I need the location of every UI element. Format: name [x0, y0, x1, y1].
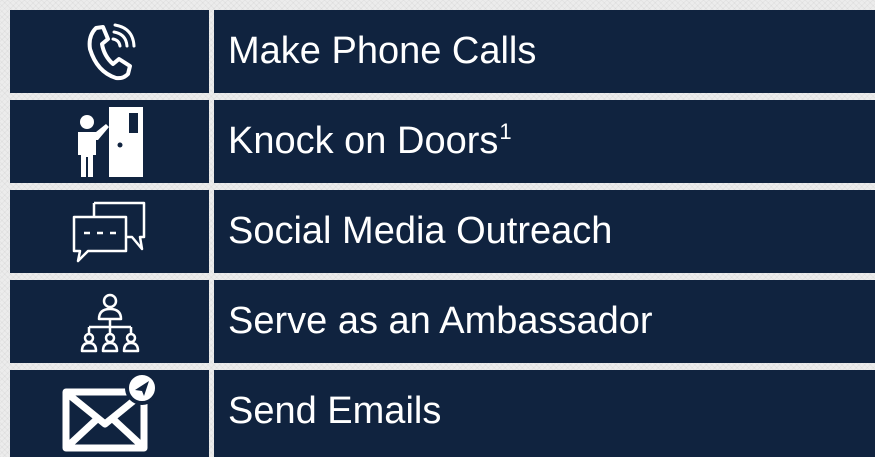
item-label-cell: Make Phone Calls [214, 10, 875, 93]
item-label-cell: Social Media Outreach [214, 190, 875, 273]
item-label: Social Media Outreach [228, 210, 613, 252]
list-item: Send Emails [10, 370, 875, 457]
person-knocking-door-icon [77, 106, 143, 177]
list-item: Serve as an Ambassador [10, 280, 875, 363]
phone-ringing-icon [87, 23, 135, 80]
footnote-marker: 1 [499, 119, 512, 144]
item-label-cell: Send Emails [214, 370, 875, 457]
list-item: Make Phone Calls [10, 10, 875, 93]
email-send-icon [62, 370, 159, 451]
item-label: Knock on Doors [228, 120, 499, 162]
chat-bubbles-icon [72, 201, 145, 262]
org-hierarchy-icon [80, 293, 139, 352]
item-label: Send Emails [228, 390, 442, 432]
icon-cell [10, 370, 209, 457]
item-label-cell: Knock on Doors1 [214, 100, 875, 183]
action-list: Make Phone Calls Knock on Doors1 Social … [10, 10, 875, 457]
icon-cell [10, 100, 209, 183]
item-label: Serve as an Ambassador [228, 300, 653, 342]
list-item: Knock on Doors1 [10, 100, 875, 183]
list-item: Social Media Outreach [10, 190, 875, 273]
icon-cell [10, 280, 209, 363]
item-label: Make Phone Calls [228, 30, 537, 72]
icon-cell [10, 10, 209, 93]
icon-cell [10, 190, 209, 273]
item-label-cell: Serve as an Ambassador [214, 280, 875, 363]
